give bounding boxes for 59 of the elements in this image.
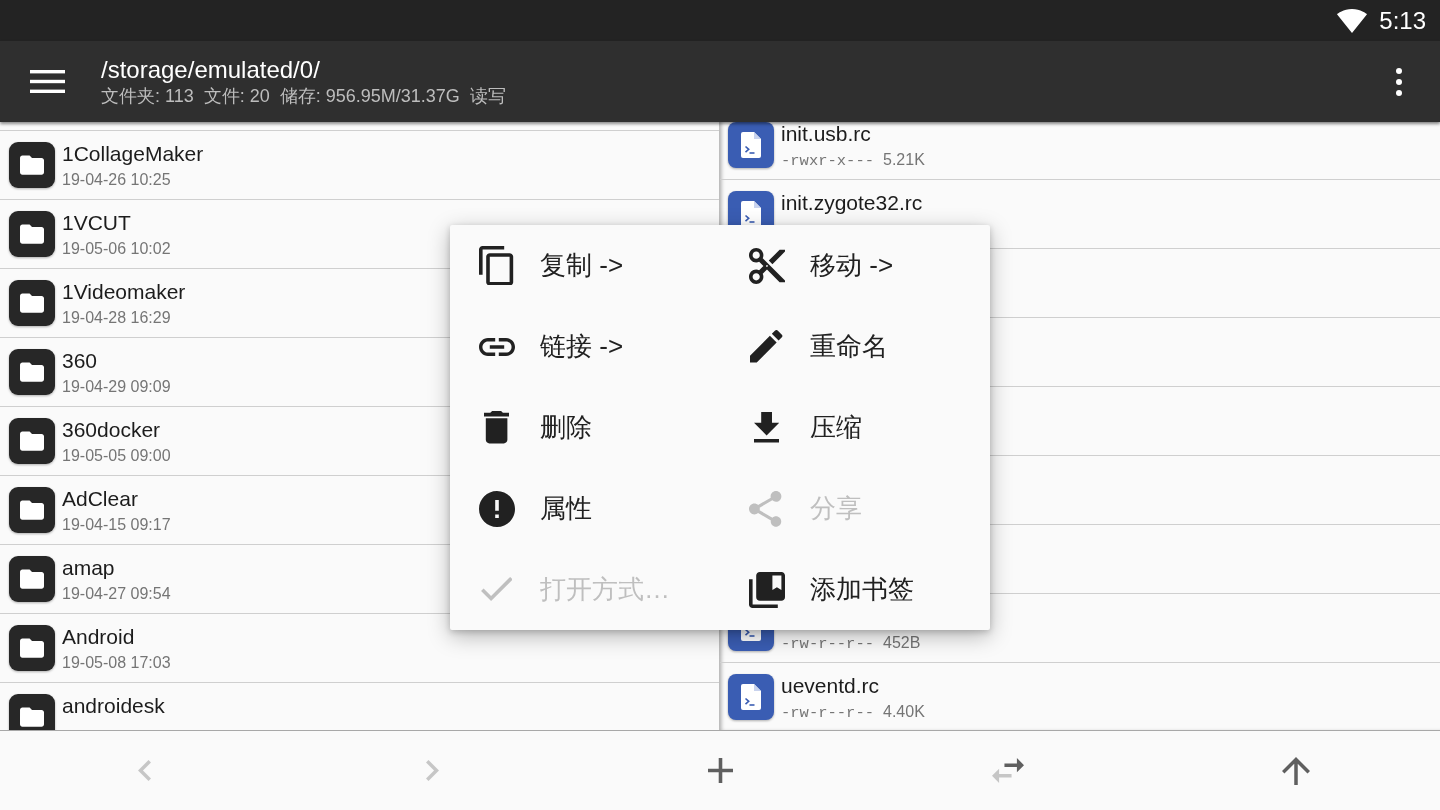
- folder-name: Android: [62, 624, 136, 650]
- storage-summary: 文件夹: 113 文件: 20 储存: 956.95M/31.37G 读写: [101, 84, 507, 108]
- pencil-icon: [750, 330, 783, 363]
- file-permissions: -rwxr-x---: [781, 152, 874, 170]
- folder-name: 1CollageMaker: [62, 141, 204, 167]
- file-list-item[interactable]: init.usb.rc -rwxr-x--- 5.21K: [720, 122, 1440, 180]
- folder-name: amap: [62, 555, 116, 581]
- folder-list-item[interactable]: 1CollageMaker 19-04-26 10:25: [0, 131, 719, 200]
- modified-date: 19-04-27 09:54: [62, 584, 171, 604]
- wifi-icon: [1337, 8, 1368, 33]
- clock-time: 5:13: [1379, 6, 1426, 35]
- share-icon: [749, 490, 784, 527]
- folder-icon: [9, 349, 55, 395]
- file-permissions: -rw-r--r--: [781, 704, 874, 722]
- scissors-icon: [748, 247, 785, 284]
- folder-name: 1Videomaker: [62, 279, 186, 305]
- folder-icon: [9, 211, 55, 257]
- modified-date: 19-05-08 17:03: [62, 653, 171, 673]
- menu-icon: [30, 70, 65, 93]
- modified-date: 19-05-06 10:02: [62, 239, 171, 259]
- current-path: /storage/emulated/0/: [101, 55, 321, 84]
- modified-date: 19-04-28 16:29: [62, 308, 172, 328]
- modified-date: 19-05-05 09:00: [62, 446, 171, 466]
- chevron-left-icon: [137, 760, 151, 781]
- copy-icon: [479, 245, 514, 286]
- folder-icon: [9, 625, 55, 671]
- chevron-right-icon: [425, 760, 439, 781]
- modified-date: 19-04-26 10:25: [62, 170, 172, 190]
- folder-icon: [9, 556, 55, 602]
- folder-icon: [9, 142, 55, 188]
- modified-date: 19-04-15 09:17: [62, 515, 171, 535]
- terminal-file-icon: [728, 674, 774, 720]
- folder-name: AdClear: [62, 486, 139, 512]
- link-icon: [478, 337, 515, 356]
- modified-date: 19-04-29 09:09: [62, 377, 171, 397]
- folder-icon: [9, 418, 55, 464]
- up-arrow-icon: [1282, 756, 1310, 785]
- bookmarks-icon: [748, 571, 785, 608]
- folder-icon: [9, 280, 55, 326]
- plus-icon: [707, 758, 733, 783]
- file-name: ueventd.rc: [781, 673, 881, 699]
- file-permissions: -rw-r--r--: [781, 635, 874, 653]
- folder-name: 360docker: [62, 417, 162, 443]
- folder-name: androidesk: [62, 693, 165, 719]
- file-size: 452B: [883, 634, 921, 651]
- menu-item[interactable]: 重命名: [720, 306, 990, 387]
- swap-arrows-icon: [992, 758, 1024, 783]
- checkmark-icon: [480, 577, 513, 602]
- more-options-icon: [1396, 67, 1402, 96]
- menu-item[interactable]: 压缩: [720, 387, 990, 468]
- folder-name: 1VCUT: [62, 210, 132, 236]
- file-size: 4.40K: [883, 703, 925, 720]
- folder-icon: [9, 487, 55, 533]
- file-size: 5.21K: [883, 151, 925, 168]
- folder-name: 360: [62, 348, 99, 374]
- file-name: init.zygote32.rc: [781, 190, 923, 216]
- download-icon: [753, 412, 780, 443]
- file-name: init.usb.rc: [781, 122, 872, 147]
- trash-icon: [483, 411, 510, 444]
